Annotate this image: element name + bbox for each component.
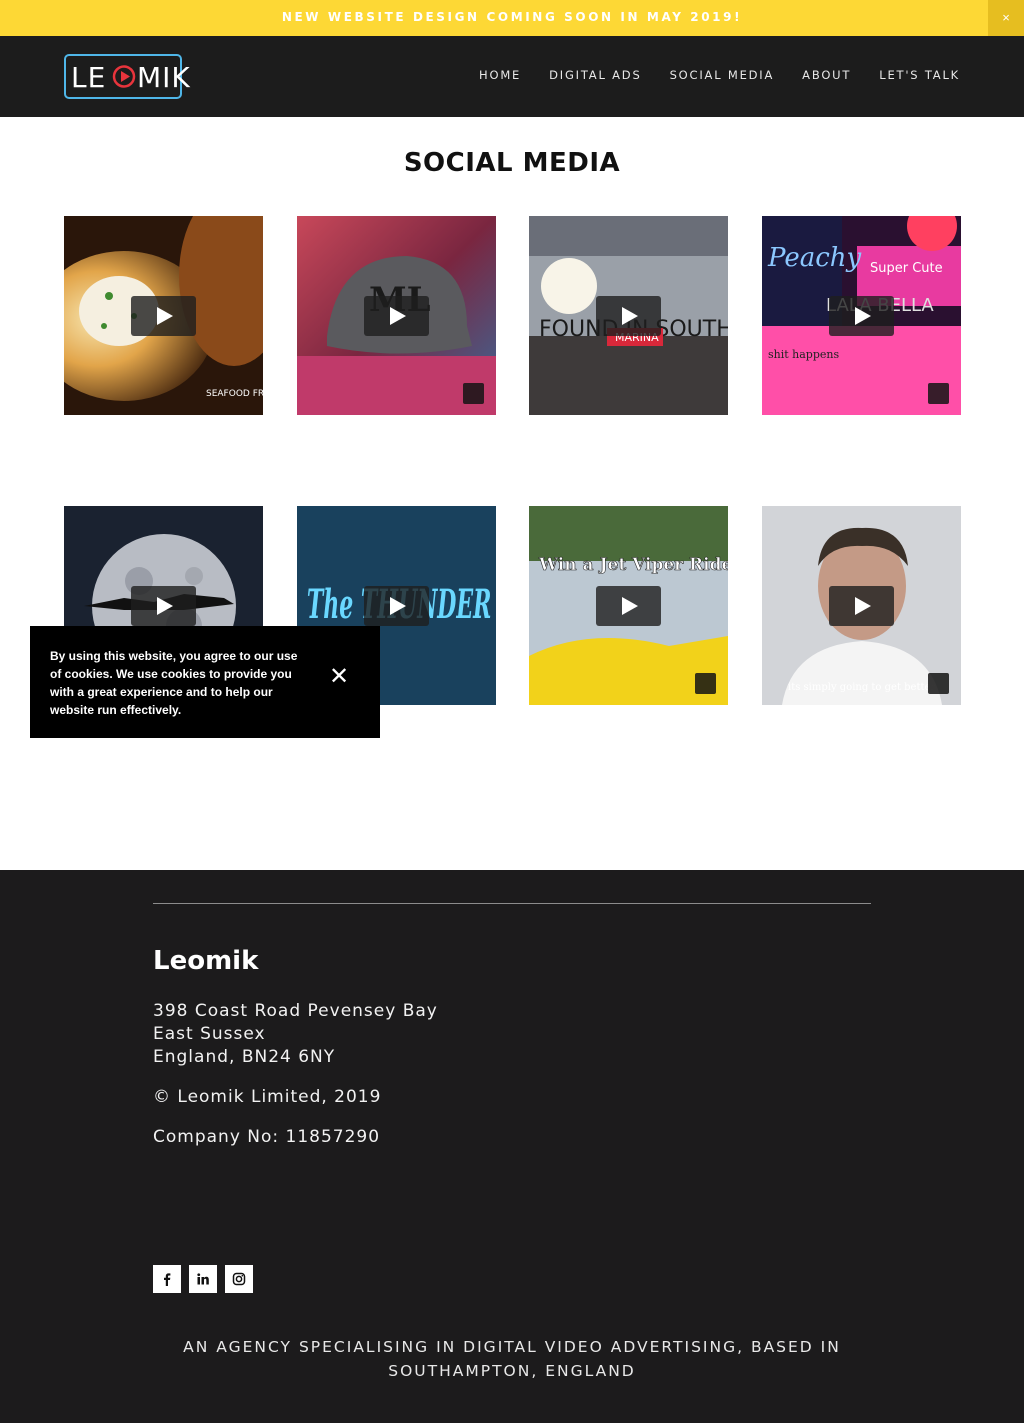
svg-text:LE: LE [71, 61, 106, 94]
footer-brand: Leomik [153, 946, 259, 976]
copyright: © Leomik Limited, 2019 [153, 1087, 382, 1107]
video-tile-cap[interactable]: ML [297, 216, 496, 415]
footer-tagline: AN AGENCY SPECIALISING IN DIGITAL VIDEO … [183, 1338, 841, 1380]
nav-social-media[interactable]: SOCIAL MEDIA [670, 68, 775, 82]
announcement-text: NEW WEBSITE DESIGN COMING SOON IN MAY 20… [281, 10, 743, 24]
play-button[interactable] [131, 296, 196, 336]
tile-caption: Win a Jet Viper Ride for 2 [538, 555, 728, 575]
tile-caption: SEAFOOD FROM NORWAY [206, 389, 263, 399]
announcement-bar: NEW WEBSITE DESIGN COMING SOON IN MAY 20… [0, 0, 1024, 36]
nav-home[interactable]: HOME [479, 68, 521, 82]
play-button[interactable] [829, 586, 894, 626]
address-line-3: England, BN24 6NY [153, 1047, 336, 1067]
tile-caption-4: shit happens [768, 348, 839, 361]
expand-icon[interactable] [928, 673, 949, 694]
main-nav: HOME DIGITAL ADS SOCIAL MEDIA ABOUT LET'… [479, 68, 960, 82]
nav-about[interactable]: ABOUT [802, 68, 851, 82]
site-header: LE MIK HOME DIGITAL ADS SOCIAL MEDIA ABO… [0, 36, 1024, 117]
expand-icon[interactable] [695, 673, 716, 694]
announcement-close-button[interactable]: × [988, 0, 1024, 36]
tile-caption-2: Super Cute [870, 261, 943, 276]
site-footer: Leomik 398 Coast Road Pevensey Bay East … [0, 870, 1024, 1423]
company-number: Company No: 11857290 [153, 1127, 381, 1147]
address-line-1: 398 Coast Road Pevensey Bay [153, 1001, 438, 1021]
instagram-icon[interactable] [225, 1265, 253, 1293]
video-tile-jet-viper[interactable]: Win a Jet Viper Ride for 2 [529, 506, 728, 705]
video-tile-southampton[interactable]: FOUND IN SOUTHAMPTON MARINA [529, 216, 728, 415]
nav-lets-talk[interactable]: LET'S TALK [879, 68, 960, 82]
play-button[interactable] [596, 296, 661, 336]
cookie-close-icon[interactable]: ✕ [327, 664, 351, 688]
facebook-icon[interactable] [153, 1265, 181, 1293]
play-button[interactable] [364, 586, 429, 626]
play-button[interactable] [131, 586, 196, 626]
video-tile-interview[interactable]: its simply going to get better [762, 506, 961, 705]
footer-divider [153, 903, 871, 904]
page-title: SOCIAL MEDIA [403, 148, 621, 178]
expand-icon[interactable] [463, 383, 484, 404]
expand-icon[interactable] [928, 383, 949, 404]
video-tile-seafood[interactable]: SEAFOOD FROM NORWAY [64, 216, 263, 415]
leomik-logo[interactable]: LE MIK [64, 54, 198, 99]
svg-text:MIK: MIK [137, 61, 191, 94]
play-button[interactable] [364, 296, 429, 336]
logo-graphic: LE MIK [64, 54, 191, 99]
tile-caption: its simply going to get better [788, 682, 935, 693]
cookie-text: By using this website, you agree to our … [50, 649, 298, 717]
linkedin-icon[interactable] [189, 1265, 217, 1293]
nav-digital-ads[interactable]: DIGITAL ADS [549, 68, 641, 82]
play-button[interactable] [829, 296, 894, 336]
address-line-2: East Sussex [153, 1024, 266, 1044]
video-tile-lala-bella[interactable]: Peachy Super Cute LALA BELLA shit happen… [762, 216, 961, 415]
play-button[interactable] [596, 586, 661, 626]
cookie-banner: By using this website, you agree to our … [30, 626, 380, 738]
tile-caption: Peachy [767, 243, 862, 273]
